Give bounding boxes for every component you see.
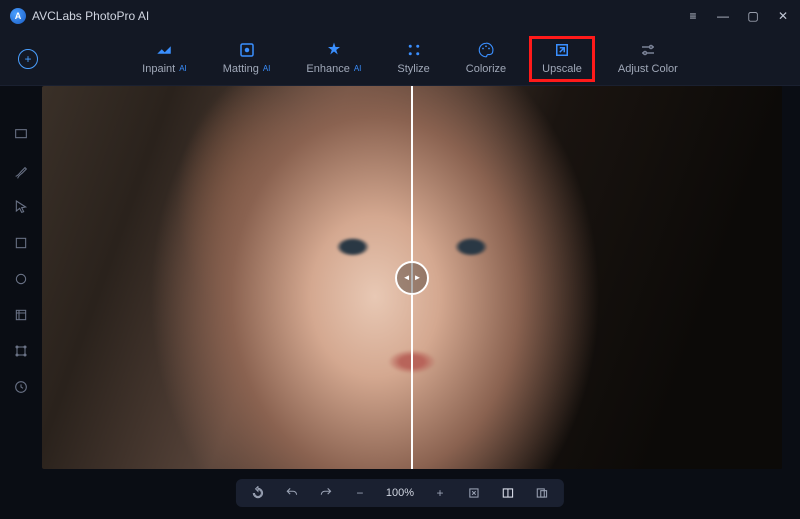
pointer-tool[interactable] [12,198,30,216]
main-area [0,86,800,519]
enhance-icon [325,41,343,59]
side-toolbar [0,86,42,519]
zoom-in-button[interactable]: + [432,485,448,501]
adjust-color-icon [639,41,657,59]
ai-badge: AI [354,64,362,73]
matting-icon [238,41,256,59]
enhance-label: Enhance [306,63,349,75]
crop-tool[interactable] [12,306,30,324]
minimize-button[interactable]: — [716,9,730,23]
adjust-color-tool[interactable]: Adjust Color [606,37,690,81]
ai-badge: AI [263,64,271,73]
maximize-button[interactable]: ▢ [746,9,760,23]
ai-badge: AI [179,64,187,73]
move-tool[interactable] [12,126,30,144]
app-title: AVCLabs PhotoPro AI [32,9,149,23]
add-image-button[interactable]: + [18,49,38,69]
zoom-out-button[interactable]: − [352,485,368,501]
upscale-label: Upscale [542,63,582,75]
ellipse-select-tool[interactable] [12,270,30,288]
title-left: A AVCLabs PhotoPro AI [10,8,149,24]
inpaint-icon [155,41,173,59]
matting-tool[interactable]: Matting AI [211,37,283,81]
redo-button[interactable] [318,485,334,501]
history-tool[interactable] [12,378,30,396]
colorize-icon [477,41,495,59]
inpaint-label: Inpaint [142,63,175,75]
adjust-color-label: Adjust Color [618,63,678,75]
matting-label: Matting [223,63,259,75]
stylize-icon [405,41,423,59]
undo-button[interactable] [284,485,300,501]
enhance-tool[interactable]: Enhance AI [294,37,373,81]
colorize-label: Colorize [466,63,506,75]
menu-button[interactable]: ≡ [686,9,700,23]
compare-handle[interactable] [395,261,429,295]
main-toolbar: + Inpaint AI Matting AI Enhance AI Stylize [0,32,800,86]
colorize-tool[interactable]: Colorize [454,37,518,81]
brush-tool[interactable] [12,162,30,180]
rotate-button[interactable] [250,485,266,501]
upscale-tool[interactable]: Upscale [530,37,594,81]
titlebar: A AVCLabs PhotoPro AI ≡ — ▢ ✕ [0,0,800,32]
window-controls: ≡ — ▢ ✕ [686,9,790,23]
transform-tool[interactable] [12,342,30,360]
original-view-button[interactable] [534,485,550,501]
compare-view-button[interactable] [500,485,516,501]
bottom-bar: − 100% + [236,479,564,507]
toolbar-items: InpaintAI MattingAI EnhanceAI Stylize Co [78,37,782,81]
zoom-level: 100% [386,487,414,499]
stylize-label: Stylize [397,63,429,75]
stylize-tool[interactable]: Stylize [385,37,441,81]
upscale-icon [553,41,571,59]
inpaint-tool[interactable]: Inpaint AI [130,37,199,81]
close-button[interactable]: ✕ [776,9,790,23]
canvas[interactable] [42,86,782,469]
fit-button[interactable] [466,485,482,501]
app-logo-icon: A [10,8,26,24]
rect-select-tool[interactable] [12,234,30,252]
